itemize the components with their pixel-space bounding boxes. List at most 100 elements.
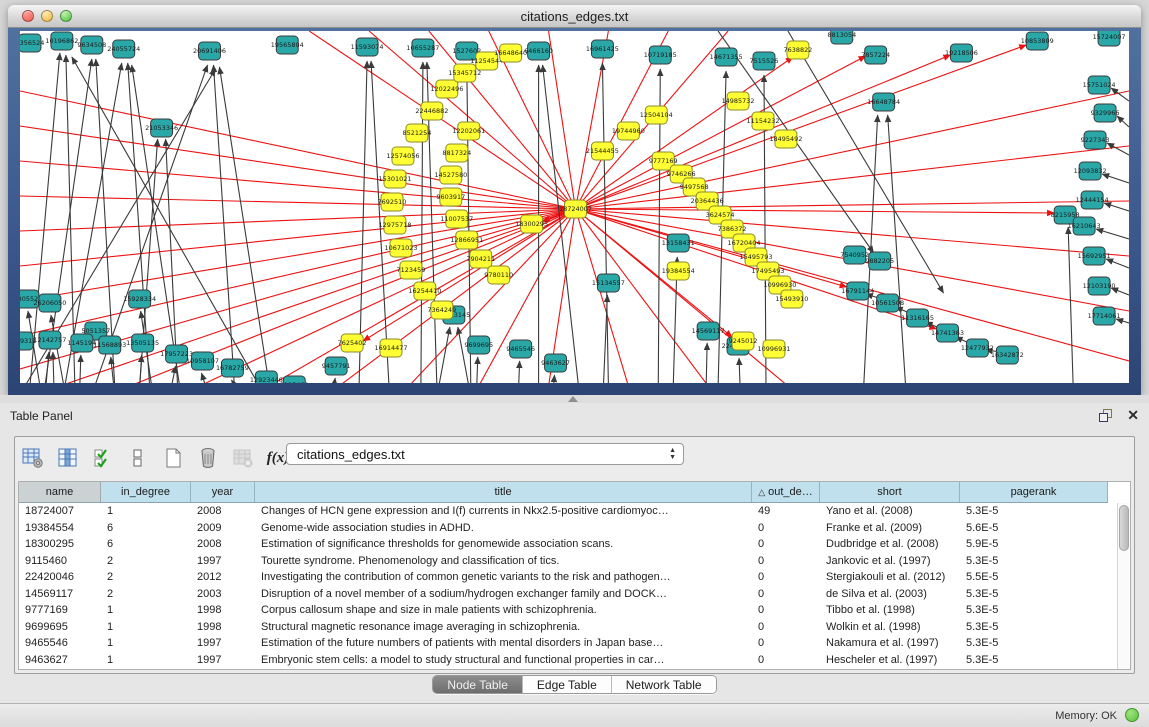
graph-node[interactable]: 24055724: [107, 40, 140, 58]
close-panel-icon[interactable]: ✕: [1127, 408, 1139, 422]
graph-node[interactable]: 10853809: [1021, 32, 1054, 50]
graph-edge[interactable]: [53, 352, 54, 383]
column-header-name[interactable]: name: [19, 482, 101, 503]
table-cell[interactable]: 0: [752, 652, 820, 669]
graph-node[interactable]: 15724007: [1093, 31, 1126, 46]
table-cell[interactable]: 9463627: [19, 652, 101, 669]
graph-node[interactable]: 19384554: [662, 262, 695, 280]
graph-node[interactable]: 12142757: [33, 331, 66, 349]
graph-node[interactable]: 7515526: [750, 52, 779, 70]
table-cell[interactable]: Changes of HCN gene expression and I(f) …: [255, 503, 752, 520]
table-cell[interactable]: Genome-wide association studies in ADHD.: [255, 520, 752, 537]
graph-edge[interactable]: [1104, 203, 1129, 211]
graph-node[interactable]: 7638822: [783, 41, 812, 59]
table-cell[interactable]: 0: [752, 602, 820, 619]
table-row[interactable]: 969969511998Structural magnetic resonanc…: [19, 619, 1130, 636]
graph-node[interactable]: 16648784: [867, 93, 900, 111]
graph-node[interactable]: 7123459: [397, 261, 426, 279]
table-cell[interactable]: 0: [752, 635, 820, 652]
table-cell[interactable]: 2003: [191, 586, 255, 603]
graph-node[interactable]: 15692951: [1078, 247, 1111, 265]
table-cell[interactable]: 49: [752, 503, 820, 520]
graph-edge[interactable]: [213, 65, 234, 383]
graph-edge[interactable]: [202, 373, 206, 383]
graph-node[interactable]: 16342872: [991, 346, 1024, 364]
table-cell[interactable]: 5.5E-5: [960, 569, 1108, 586]
graph-node[interactable]: 21544455: [586, 142, 619, 160]
graph-edge[interactable]: [458, 327, 469, 383]
table-cell[interactable]: Structural magnetic resonance image aver…: [255, 619, 752, 636]
column-header-short[interactable]: short: [820, 482, 960, 503]
graph-node[interactable]: 16254410: [408, 282, 441, 300]
graph-node[interactable]: 10196862: [45, 32, 78, 50]
table-cell[interactable]: 1998: [191, 602, 255, 619]
table-cell[interactable]: 1: [101, 652, 191, 669]
table-cell[interactable]: 5.9E-5: [960, 536, 1108, 553]
table-cell[interactable]: 18300295: [19, 536, 101, 553]
table-row[interactable]: 946554611997Estimation of the future num…: [19, 635, 1130, 652]
graph-node[interactable]: 14527580: [434, 166, 467, 184]
table-cell[interactable]: Tibbo et al. (1998): [820, 602, 960, 619]
table-cell[interactable]: Estimation of the future numbers of pati…: [255, 635, 752, 652]
table-cell[interactable]: 9465546: [19, 635, 101, 652]
table-cell[interactable]: Jankovic et al. (1997): [820, 553, 960, 570]
table-cell[interactable]: 9699695: [19, 619, 101, 636]
graph-edge[interactable]: [1102, 174, 1129, 183]
table-cell[interactable]: 1998: [191, 619, 255, 636]
table-cell[interactable]: 1997: [191, 635, 255, 652]
table-cell[interactable]: 1997: [191, 553, 255, 570]
graph-node[interactable]: 7904211: [466, 250, 495, 268]
table-cell[interactable]: 0: [752, 520, 820, 537]
graph-node[interactable]: 19744960: [612, 122, 645, 140]
graph-edge[interactable]: [519, 361, 520, 383]
table-cell[interactable]: 2012: [191, 569, 255, 586]
table-cell[interactable]: 9777169: [19, 602, 101, 619]
graph-edge[interactable]: [334, 378, 335, 383]
column-header-out_de[interactable]: △out_de…: [752, 482, 820, 503]
graph-node[interactable]: 10655287: [406, 39, 439, 57]
graph-node[interactable]: 19565804: [271, 36, 304, 54]
table-row[interactable]: 1456911722003Disruption of a novel membe…: [19, 586, 1130, 603]
graph-node[interactable]: 14671355: [710, 48, 743, 66]
deselect-rows-icon[interactable]: [126, 446, 150, 470]
table-cell[interactable]: 2009: [191, 520, 255, 537]
graph-node[interactable]: 19218506: [945, 44, 978, 62]
splitter-grip-icon[interactable]: [568, 396, 578, 402]
table-cell[interactable]: 0: [752, 619, 820, 636]
network-canvas[interactable]: 9356524101968629634508240557242069140619…: [20, 31, 1129, 383]
table-cell[interactable]: 1: [101, 503, 191, 520]
table-cell[interactable]: 5.3E-5: [960, 602, 1108, 619]
table-cell[interactable]: 19384554: [19, 520, 101, 537]
select-all-rows-icon[interactable]: [91, 446, 115, 470]
graph-edge[interactable]: [46, 352, 49, 383]
graph-edge[interactable]: [554, 375, 555, 383]
graph-node[interactable]: 9699695: [464, 336, 493, 354]
column-header-in_degree[interactable]: in_degree: [101, 482, 191, 503]
table-cell[interactable]: de Silva et al. (2003): [820, 586, 960, 603]
table-row[interactable]: 1938455462009Genome-wide association stu…: [19, 520, 1130, 537]
table-cell[interactable]: Wolkin et al. (1998): [820, 619, 960, 636]
delete-column-icon[interactable]: [196, 446, 220, 470]
graph-node[interactable]: 9245012: [729, 332, 758, 350]
table-cell[interactable]: 22420046: [19, 569, 101, 586]
graph-edge[interactable]: [739, 358, 740, 383]
tab-node-table[interactable]: Node Table: [433, 676, 523, 693]
graph-node[interactable]: 7692510: [378, 193, 407, 211]
table-row[interactable]: 977716911998Corpus callosum shape and si…: [19, 602, 1130, 619]
table-cell[interactable]: 6: [101, 536, 191, 553]
graph-edge[interactable]: [219, 67, 269, 383]
graph-node[interactable]: 12975718: [379, 216, 412, 234]
graph-node[interactable]: 12444154: [1076, 191, 1109, 209]
graph-node[interactable]: 12022496: [430, 80, 463, 98]
graph-node[interactable]: 15134557: [592, 274, 625, 292]
graph-node[interactable]: 9457791: [322, 357, 351, 375]
graph-node[interactable]: 16782759: [216, 359, 249, 377]
table-cell[interactable]: 18724007: [19, 503, 101, 520]
tab-network-table[interactable]: Network Table: [612, 676, 716, 693]
graph-edge[interactable]: [575, 209, 1054, 213]
table-cell[interactable]: 5.3E-5: [960, 619, 1108, 636]
table-scrollbar[interactable]: [1117, 503, 1130, 669]
graph-node[interactable]: 14985732: [722, 92, 755, 110]
graph-edge[interactable]: [575, 201, 1129, 209]
graph-edge[interactable]: [1117, 116, 1129, 127]
